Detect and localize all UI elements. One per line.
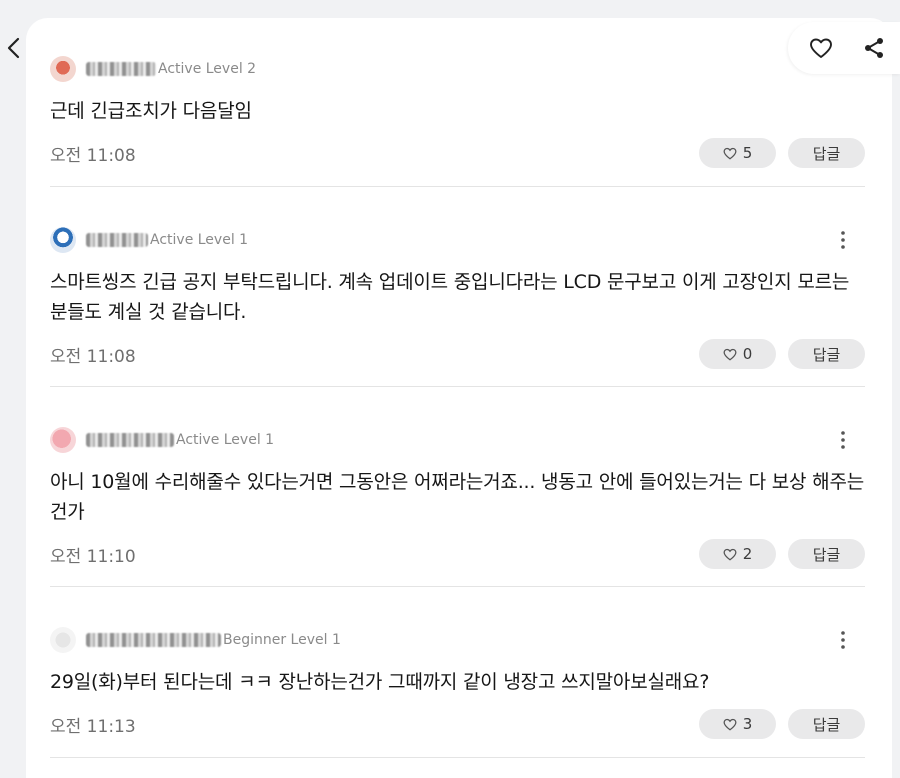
- comment-header: Active Level 1: [50, 225, 865, 255]
- comment-text: 아니 10월에 수리해줄수 있다는거면 그동안은 어쩌라는거죠... 냉동고 안…: [50, 471, 865, 523]
- comment-item: Active Level 1 스마트씽즈 긴급 공지 부탁드립니다. 계속 업데…: [50, 225, 865, 369]
- comment-item: Active Level 2 근데 긴급조치가 다음달임 오전 11:08 5 …: [50, 54, 865, 168]
- divider: [50, 757, 865, 758]
- comment-header: Active Level 1: [50, 425, 865, 455]
- like-button[interactable]: 3: [699, 709, 776, 739]
- comment-time: 오전 11:13: [50, 716, 136, 737]
- like-button[interactable]: 0: [699, 339, 776, 369]
- more-options-icon[interactable]: [833, 229, 853, 251]
- author-name-redacted: [86, 233, 148, 247]
- author-level: Beginner Level 1: [223, 632, 341, 648]
- comment-header: Beginner Level 1: [50, 625, 865, 655]
- more-options-icon[interactable]: [833, 429, 853, 451]
- heart-icon: [723, 147, 737, 160]
- reply-button[interactable]: 답글: [788, 709, 865, 739]
- heart-icon: [723, 718, 737, 731]
- author-name-redacted: [86, 633, 221, 647]
- reply-button[interactable]: 답글: [788, 539, 865, 569]
- comment-footer: 오전 11:10 2 답글: [50, 539, 865, 569]
- author-level: Active Level 2: [158, 61, 257, 77]
- share-icon: [864, 38, 883, 58]
- author-level: Active Level 1: [176, 432, 275, 448]
- comment-time: 오전 11:08: [50, 145, 136, 166]
- like-button[interactable]: 2: [699, 539, 776, 569]
- more-options-icon[interactable]: [833, 629, 853, 651]
- reply-button[interactable]: 답글: [788, 339, 865, 369]
- like-button[interactable]: 5: [699, 138, 776, 168]
- comment-item: Active Level 1 아니 10월에 수리해줄수 있다는거면 그동안은 …: [50, 425, 865, 569]
- divider: [50, 386, 865, 387]
- comment-actions: 3 답글: [699, 709, 865, 739]
- author-level: Active Level 1: [150, 232, 249, 248]
- comment-text: 29일(화)부터 된다는데 ㅋㅋ 장난하는건가 그때까지 같이 냉장고 쓰지말아…: [50, 671, 710, 693]
- avatar: [50, 56, 76, 82]
- comment-actions: 5 답글: [699, 138, 865, 168]
- like-count: 2: [742, 545, 753, 563]
- comment-actions: 2 답글: [699, 539, 865, 569]
- comment-footer: 오전 11:08 5 답글: [50, 138, 865, 168]
- avatar: [50, 427, 76, 453]
- avatar: [50, 227, 76, 253]
- author-name-redacted: [86, 62, 156, 76]
- comment-time: 오전 11:08: [50, 346, 136, 367]
- like-count: 5: [742, 144, 753, 162]
- divider: [50, 186, 865, 187]
- comment-item: Beginner Level 1 29일(화)부터 된다는데 ㅋㅋ 장난하는건가…: [50, 625, 865, 739]
- comment-footer: 오전 11:08 0 답글: [50, 339, 865, 369]
- like-count: 0: [742, 345, 753, 363]
- chevron-left-icon: [7, 37, 20, 59]
- heart-icon: [723, 348, 737, 361]
- reply-button[interactable]: 답글: [788, 138, 865, 168]
- comment-footer: 오전 11:13 3 답글: [50, 709, 865, 739]
- heart-icon: [723, 548, 737, 561]
- comment-actions: 0 답글: [699, 339, 865, 369]
- avatar: [50, 627, 76, 653]
- comment-text: 스마트씽즈 긴급 공지 부탁드립니다. 계속 업데이트 중입니다라는 LCD 문…: [50, 271, 850, 323]
- comment-text: 근데 긴급조치가 다음달임: [50, 100, 252, 122]
- comment-header: Active Level 2: [50, 54, 865, 84]
- comment-time: 오전 11:10: [50, 546, 136, 567]
- divider: [50, 586, 865, 587]
- author-name-redacted: [86, 433, 174, 447]
- like-count: 3: [742, 715, 753, 733]
